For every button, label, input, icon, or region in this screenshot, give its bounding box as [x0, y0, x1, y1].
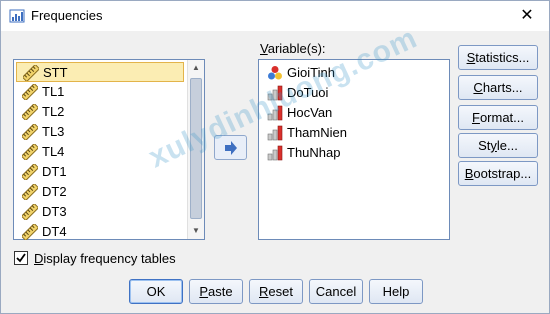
paste-button[interactable]: Paste	[189, 279, 243, 304]
list-item-label: DT1	[42, 164, 67, 179]
list-item-label: TL3	[42, 124, 65, 139]
list-item-label: STT	[43, 65, 68, 80]
list-item[interactable]: ThuNhap	[261, 143, 340, 163]
target-list-label: Variable(s):	[260, 41, 326, 56]
ruler-scale-icon	[20, 102, 40, 122]
checkmark-icon	[16, 253, 26, 263]
scroll-down-arrow-icon[interactable]: ▼	[188, 223, 204, 239]
list-item-label: DT3	[42, 204, 67, 219]
app-icon	[9, 9, 25, 23]
list-item[interactable]: TL2	[16, 102, 184, 122]
list-item-label: ThamNien	[287, 125, 347, 140]
ordinal-bar-icon	[267, 125, 283, 141]
frequencies-dialog: Frequencies ✕ STT TL1 TL2 TL3 TL4 DT1 DT2 DT3 DT…	[0, 0, 550, 314]
cancel-button[interactable]: Cancel	[309, 279, 363, 304]
list-item[interactable]: DT2	[16, 182, 184, 202]
list-item[interactable]: ThamNien	[261, 123, 347, 143]
display-frequency-tables-checkbox[interactable]	[14, 251, 28, 265]
ruler-scale-icon	[20, 82, 40, 102]
list-item-label: TL4	[42, 144, 65, 159]
help-button[interactable]: Help	[369, 279, 423, 304]
list-item-label: ThuNhap	[287, 145, 341, 160]
ruler-scale-icon	[20, 222, 40, 242]
reset-button[interactable]: Reset	[249, 279, 303, 304]
bootstrap-button[interactable]: Bootstrap...	[458, 161, 538, 186]
ok-button[interactable]: OK	[129, 279, 183, 304]
close-icon[interactable]: ✕	[517, 6, 537, 26]
format-button[interactable]: Format...	[458, 105, 538, 130]
list-item-label: TL1	[42, 84, 65, 99]
charts-button[interactable]: Charts...	[458, 75, 538, 100]
ruler-scale-icon	[21, 63, 41, 83]
statistics-button[interactable]: Statistics...	[458, 45, 538, 70]
ruler-scale-icon	[20, 122, 40, 142]
ruler-scale-icon	[20, 142, 40, 162]
list-item[interactable]: TL1	[16, 82, 184, 102]
display-frequency-tables-label[interactable]: Display frequency tables	[34, 251, 176, 266]
scroll-up-arrow-icon[interactable]: ▲	[188, 60, 204, 76]
ruler-scale-icon	[20, 162, 40, 182]
list-item-label: TL2	[42, 104, 65, 119]
list-item[interactable]: STT	[16, 62, 184, 83]
list-item[interactable]: DT4	[16, 222, 184, 242]
ruler-scale-icon	[20, 202, 40, 222]
style-button[interactable]: Style...	[458, 133, 538, 158]
list-item-label: DT2	[42, 184, 67, 199]
list-item[interactable]: DT3	[16, 202, 184, 222]
ordinal-bar-icon	[267, 145, 283, 161]
ruler-scale-icon	[20, 182, 40, 202]
window-title: Frequencies	[31, 8, 103, 23]
list-item-label: DT4	[42, 224, 67, 239]
nominal-icon	[267, 65, 283, 81]
title-bar: Frequencies ✕	[1, 1, 549, 31]
